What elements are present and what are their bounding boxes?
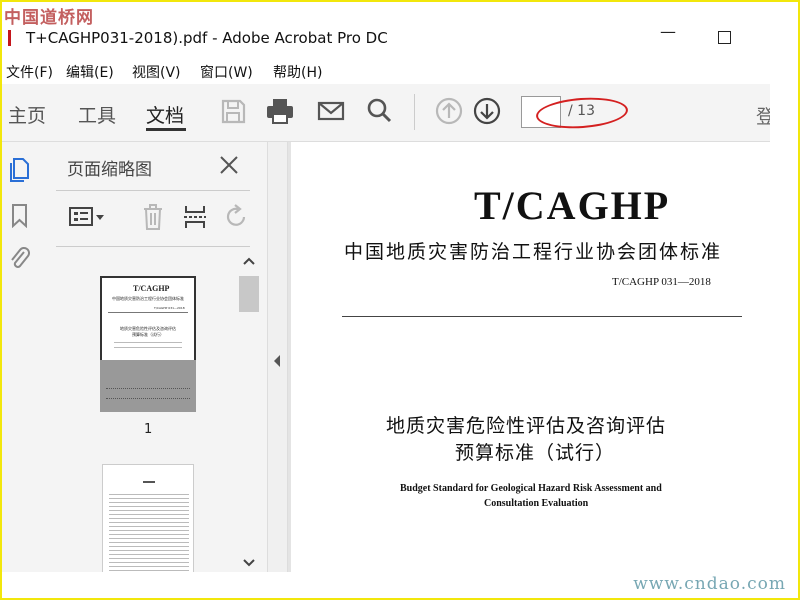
menu-bar: 文件(F) 编辑(E) 视图(V) 窗口(W) 帮助(H) [0, 60, 800, 84]
maximize-button[interactable] [718, 31, 731, 44]
chevron-down-icon[interactable] [243, 558, 255, 568]
menu-view[interactable]: 视图(V) [132, 62, 181, 82]
thumb-org: 中国地质灾害防治工程行业协会团体标准 [112, 296, 184, 301]
menu-edit[interactable]: 编辑(E) [66, 62, 114, 82]
scrollbar-thumb[interactable] [239, 276, 259, 312]
thumb-en-lines [114, 342, 182, 348]
doc-rule [342, 316, 742, 317]
rotate-icon[interactable] [222, 202, 250, 232]
doc-title-line-1: 地质灾害危险性评估及咨询评估 [386, 415, 667, 437]
thumb-title-2: 预算标准（试行） [132, 332, 164, 337]
menu-file[interactable]: 文件(F) [6, 62, 53, 82]
watermark-top: 中国道桥网 [4, 8, 94, 28]
active-tab-indicator [146, 128, 186, 131]
watermark-bottom: www.cndao.com [633, 574, 786, 594]
doc-english-title-2: Consultation Evaluation [484, 498, 589, 509]
doc-standard-code: T/CAGHP 031—2018 [612, 276, 711, 288]
window-title: T+CAGHP031-2018).pdf - Adobe Acrobat Pro… [26, 29, 388, 47]
thumb-code: T/CAGHP 031—2018 [154, 306, 185, 310]
options-icon[interactable] [68, 202, 106, 232]
pdf-file-icon [8, 30, 18, 46]
thumb-footer [100, 360, 196, 412]
save-icon[interactable] [218, 96, 248, 126]
insert-icon[interactable] [182, 202, 210, 232]
menu-help[interactable]: 帮助(H) [273, 62, 322, 82]
doc-brand: T/CAGHP [474, 183, 671, 228]
toolbar: 主页 工具 文档 / 13 登 [0, 84, 775, 142]
panel-title: 页面缩略图 [67, 160, 152, 180]
tab-home[interactable]: 主页 [8, 101, 46, 128]
collapse-arrow-icon[interactable] [272, 354, 282, 368]
attachment-icon[interactable] [8, 246, 32, 272]
thumbnails-panel: 页面缩略图 T/CAGHP 中国地质灾害防治工程行业协会团体标准 T/CAGHP… [46, 142, 268, 574]
page-up-icon[interactable] [434, 96, 464, 126]
thumb-rule [108, 312, 188, 313]
page-down-icon[interactable] [472, 96, 502, 126]
toolbar-separator [414, 94, 415, 130]
chevron-up-icon[interactable] [243, 256, 255, 266]
title-bar: T+CAGHP031-2018).pdf - Adobe Acrobat Pro… [0, 22, 800, 54]
thumb-brand: T/CAGHP [133, 284, 170, 293]
panel-collapse-bar[interactable] [268, 142, 288, 572]
left-rail [0, 142, 46, 572]
thumb-page-number: 1 [144, 422, 153, 437]
page-thumbnail-2[interactable] [102, 464, 194, 574]
bookmark-icon[interactable] [8, 202, 32, 228]
doc-title-line-2: 预算标准（试行） [455, 442, 616, 464]
toc-lines [109, 491, 189, 571]
page-shadow [288, 142, 291, 572]
delete-icon[interactable] [140, 202, 166, 232]
print-icon[interactable] [265, 96, 295, 126]
panel-divider [56, 246, 250, 247]
thumbnail-list: T/CAGHP 中国地质灾害防治工程行业协会团体标准 T/CAGHP 031—2… [46, 252, 246, 574]
thumbnails-icon[interactable] [8, 156, 32, 182]
panel-divider [56, 190, 250, 191]
doc-organization: 中国地质灾害防治工程行业协会团体标准 [344, 241, 723, 263]
search-icon[interactable] [364, 96, 394, 126]
thumbnail-scrollbar[interactable] [239, 252, 259, 572]
right-gutter [770, 84, 800, 572]
close-icon[interactable] [218, 154, 240, 176]
tab-tools[interactable]: 工具 [78, 101, 116, 128]
tab-document[interactable]: 文档 [146, 101, 184, 128]
document-page: T/CAGHP 中国地质灾害防治工程行业协会团体标准 T/CAGHP 031—2… [288, 142, 770, 572]
menu-window[interactable]: 窗口(W) [200, 62, 253, 82]
minimize-button[interactable]: — [660, 22, 676, 41]
email-icon[interactable] [316, 96, 346, 126]
doc-english-title-1: Budget Standard for Geological Hazard Ri… [400, 483, 662, 494]
